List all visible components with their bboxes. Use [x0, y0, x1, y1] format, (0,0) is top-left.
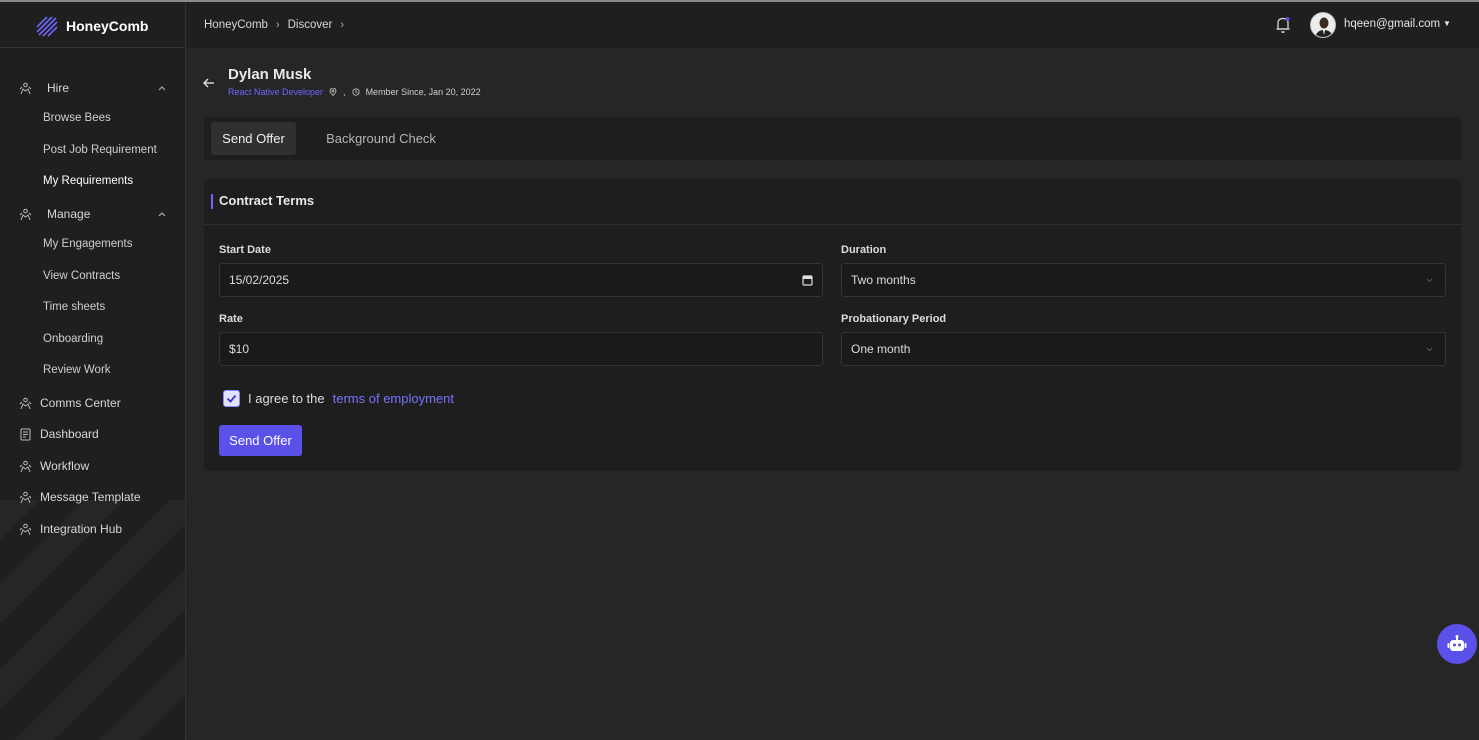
robot-icon — [1447, 635, 1467, 651]
sidebar-group-label: Manage — [47, 207, 91, 221]
probationary-period-select[interactable]: One month — [841, 332, 1446, 366]
brand-name: HoneyComb — [66, 18, 149, 34]
breadcrumb-item-honeycomb[interactable]: HoneyComb — [204, 19, 268, 31]
top-bar: HoneyComb › Discover › hqeen@gmail.com ▼ — [186, 2, 1479, 48]
agree-text: I agree to the — [248, 391, 325, 406]
rate-field[interactable]: $10 — [219, 332, 823, 366]
sidebar-item-comms-center[interactable]: Comms Center — [0, 390, 185, 416]
caret-down-icon[interactable]: ▼ — [1443, 19, 1451, 28]
profile-name: Dylan Musk — [228, 66, 312, 83]
location-separator: , — [343, 87, 346, 97]
tab-send-offer[interactable]: Send Offer — [211, 122, 296, 155]
honeycomb-logo-icon — [36, 16, 58, 37]
title-accent-bar — [211, 194, 213, 209]
chevron-down-icon — [1426, 278, 1433, 283]
sidebar-item-label: Message Template — [40, 490, 141, 504]
people-icon — [19, 397, 32, 410]
people-icon — [19, 491, 32, 504]
chatbot-button[interactable] — [1437, 624, 1477, 664]
send-offer-button[interactable]: Send Offer — [219, 425, 302, 456]
sidebar-item-post-job-requirement[interactable]: Post Job Requirement — [43, 144, 157, 156]
duration-value: Two months — [851, 273, 916, 287]
profile-meta: React Native Developer , Member Since, J… — [228, 87, 481, 97]
duration-label: Duration — [841, 244, 887, 256]
people-icon — [19, 460, 32, 473]
avatar[interactable] — [1310, 12, 1336, 38]
people-icon — [19, 208, 32, 221]
sidebar-item-my-requirements[interactable]: My Requirements — [43, 175, 133, 187]
chevron-up-icon — [158, 86, 166, 91]
sidebar-item-message-template[interactable]: Message Template — [0, 484, 185, 510]
agree-terms-row: I agree to the terms of employment — [223, 390, 454, 407]
people-icon — [19, 82, 32, 95]
sidebar-group-hire[interactable]: Hire — [0, 74, 185, 102]
sidebar: HoneyComb Hire Browse Bees Post Job Requ… — [0, 2, 186, 740]
breadcrumb-item-discover[interactable]: Discover — [288, 19, 333, 31]
sidebar-item-label: Workflow — [40, 459, 90, 473]
back-arrow-icon[interactable] — [202, 76, 216, 90]
card-title: Contract Terms — [219, 193, 315, 208]
sidebar-item-label: Integration Hub — [40, 522, 123, 536]
document-icon — [20, 428, 31, 441]
brand[interactable]: HoneyComb — [34, 12, 148, 40]
sidebar-item-view-contracts[interactable]: View Contracts — [43, 270, 120, 282]
calendar-icon[interactable] — [802, 274, 813, 286]
member-since: Member Since, Jan 20, 2022 — [365, 87, 481, 97]
sidebar-item-review-work[interactable]: Review Work — [43, 364, 111, 376]
sidebar-item-label: Dashboard — [40, 427, 99, 441]
sidebar-item-label: Comms Center — [40, 396, 121, 410]
tab-bar: Send Offer Background Check — [204, 117, 1461, 160]
sidebar-group-manage[interactable]: Manage — [0, 200, 185, 228]
location-pin-icon — [329, 88, 337, 96]
people-icon — [19, 523, 32, 536]
tab-background-check[interactable]: Background Check — [316, 122, 446, 155]
contract-terms-card: Contract Terms Start Date 15/02/2025 Dur… — [204, 179, 1461, 471]
probationary-period-value: One month — [851, 342, 911, 356]
sidebar-item-integration-hub[interactable]: Integration Hub — [0, 516, 185, 542]
card-divider — [204, 224, 1461, 225]
clock-icon — [351, 88, 360, 96]
sidebar-group-label: Hire — [47, 81, 70, 95]
sidebar-item-browse-bees[interactable]: Browse Bees — [43, 112, 111, 124]
chevron-right-icon: › — [340, 19, 344, 31]
checkmark-icon — [226, 394, 237, 403]
breadcrumb: HoneyComb › Discover › — [204, 19, 352, 31]
sidebar-item-time-sheets[interactable]: Time sheets — [43, 301, 105, 313]
start-date-value: 15/02/2025 — [229, 273, 290, 287]
user-email[interactable]: hqeen@gmail.com — [1344, 18, 1440, 30]
duration-select[interactable]: Two months — [841, 263, 1446, 297]
probationary-period-label: Probationary Period — [841, 313, 947, 325]
chevron-right-icon: › — [275, 19, 280, 31]
start-date-field[interactable]: 15/02/2025 — [219, 263, 823, 297]
chevron-down-icon — [1426, 347, 1433, 352]
sidebar-item-my-engagements[interactable]: My Engagements — [43, 238, 133, 250]
chevron-up-icon — [158, 212, 166, 217]
rate-value: $10 — [229, 342, 250, 356]
notification-bell-icon[interactable] — [1275, 16, 1291, 34]
user-avatar-icon — [1311, 13, 1335, 37]
profile-role: React Native Developer — [228, 87, 324, 97]
sidebar-item-workflow[interactable]: Workflow — [0, 453, 185, 479]
sidebar-divider — [0, 47, 185, 48]
start-date-label: Start Date — [219, 244, 271, 256]
sidebar-item-onboarding[interactable]: Onboarding — [43, 333, 103, 345]
sidebar-item-dashboard[interactable]: Dashboard — [0, 421, 185, 447]
terms-of-employment-link[interactable]: terms of employment — [333, 391, 454, 406]
rate-label: Rate — [219, 313, 243, 325]
agree-checkbox[interactable] — [223, 390, 240, 407]
